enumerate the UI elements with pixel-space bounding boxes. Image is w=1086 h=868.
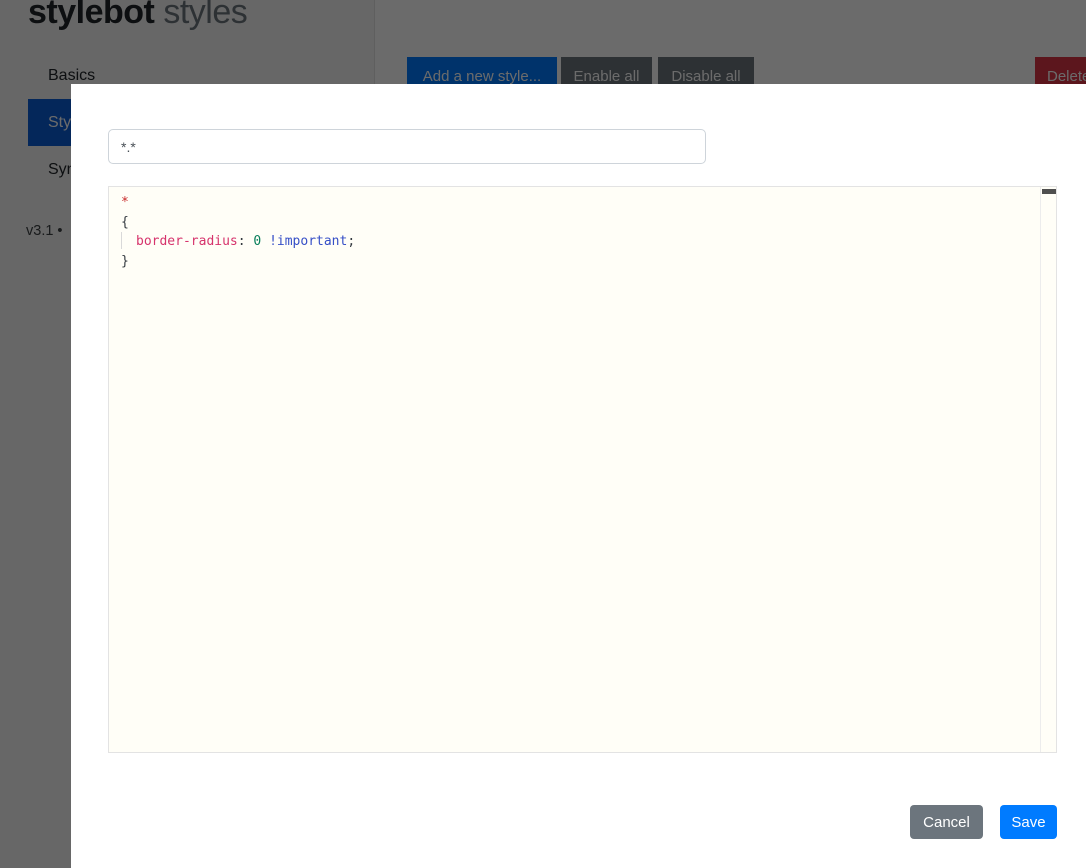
style-url-input[interactable] xyxy=(108,129,706,164)
editor-scrollbar[interactable] xyxy=(1040,187,1056,752)
edit-style-dialog: *{border-radius: 0 !important;} Cancel S… xyxy=(71,84,1086,868)
code-lines[interactable]: *{border-radius: 0 !important;} xyxy=(109,187,1039,752)
stylebot-options-window: stylebot styles Basics Styles Sync v3.1 … xyxy=(0,0,1086,868)
indent-guide xyxy=(121,232,136,249)
save-button[interactable]: Save xyxy=(1000,805,1057,839)
scrollbar-thumb[interactable] xyxy=(1042,189,1056,194)
cancel-button[interactable]: Cancel xyxy=(910,805,983,839)
css-code-editor[interactable]: *{border-radius: 0 !important;} xyxy=(108,186,1057,753)
